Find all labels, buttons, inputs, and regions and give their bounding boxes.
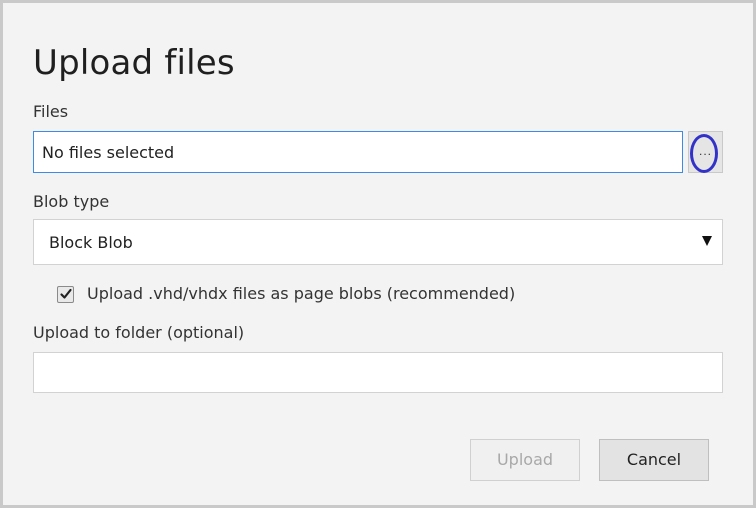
files-input[interactable]	[33, 131, 683, 173]
upload-folder-label: Upload to folder (optional)	[33, 323, 245, 342]
upload-files-dialog: Upload files Files ... Blob type Block B…	[0, 0, 756, 508]
page-blob-checkbox[interactable]	[57, 286, 74, 303]
page-blob-checkbox-label[interactable]: Upload .vhd/vhdx files as page blobs (re…	[87, 284, 515, 304]
browse-files-button[interactable]: ...	[688, 131, 723, 173]
files-label: Files	[33, 102, 69, 121]
upload-button[interactable]: Upload	[470, 439, 580, 481]
blob-type-label: Blob type	[33, 192, 110, 211]
blob-type-select[interactable]: Block Blob	[33, 219, 723, 265]
upload-folder-input[interactable]	[33, 352, 723, 393]
dialog-title: Upload files	[33, 43, 235, 83]
cancel-button[interactable]: Cancel	[599, 439, 709, 481]
checkmark-icon	[60, 288, 72, 299]
blob-type-selected-value: Block Blob	[49, 233, 133, 252]
ellipsis-icon: ...	[698, 144, 712, 158]
dropdown-arrow-icon	[702, 236, 712, 246]
